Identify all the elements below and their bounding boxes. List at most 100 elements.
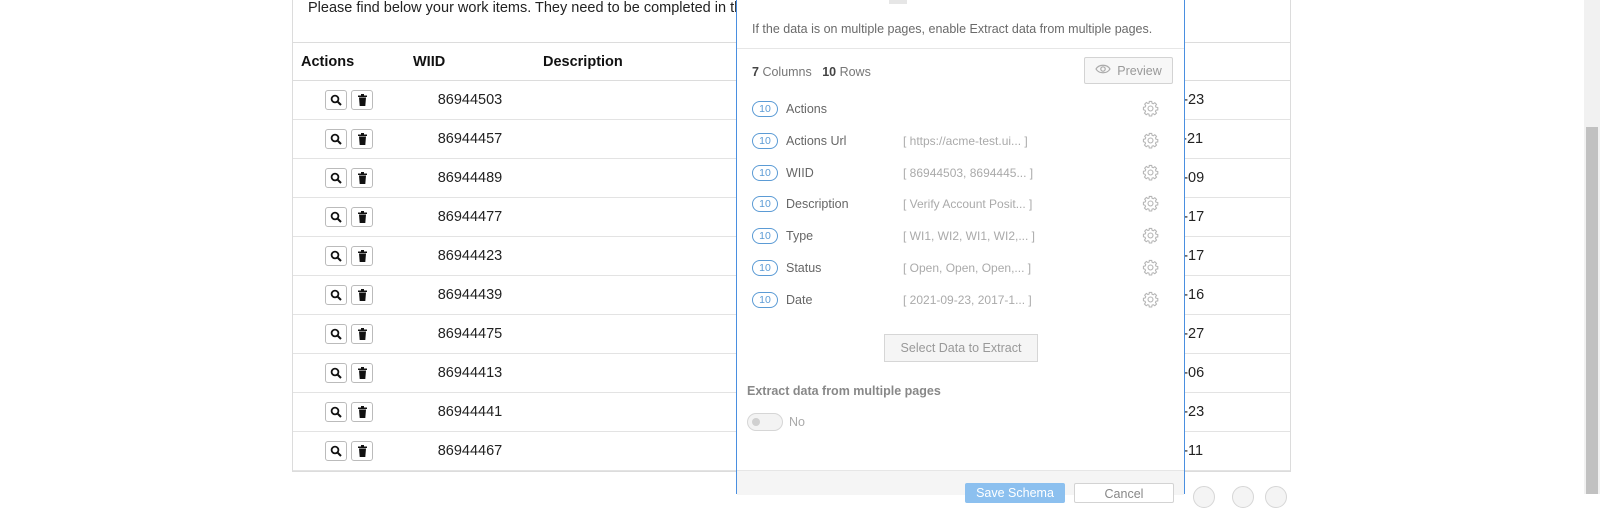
pagination-button[interactable] bbox=[1265, 486, 1287, 508]
extraction-summary: 7 Columns 10 Rows bbox=[752, 65, 871, 79]
column-name: Actions bbox=[786, 102, 827, 116]
row-wiid: 86944457 bbox=[405, 119, 535, 159]
column-sample-values: [ 2021-09-23, 2017-1... ] bbox=[903, 292, 1032, 307]
search-icon[interactable] bbox=[325, 324, 347, 344]
intro-text: Please find below your work items. They … bbox=[308, 0, 751, 16]
search-icon[interactable] bbox=[325, 285, 347, 305]
column-name: Date bbox=[786, 292, 813, 307]
trash-icon[interactable] bbox=[351, 90, 373, 110]
column-count-badge: 10 bbox=[752, 260, 778, 276]
gear-icon[interactable] bbox=[1142, 227, 1159, 247]
row-actions bbox=[293, 236, 405, 276]
panel-tab-stub bbox=[889, 0, 907, 4]
column-sample-values: [ Verify Account Posit... ] bbox=[903, 197, 1033, 212]
search-icon[interactable] bbox=[325, 441, 347, 461]
column-sample-values: [ WI1, WI2, WI1, WI2,... ] bbox=[903, 229, 1036, 244]
row-actions bbox=[293, 119, 405, 159]
search-icon[interactable] bbox=[325, 246, 347, 266]
rows-count: 10 bbox=[822, 65, 837, 79]
row-actions bbox=[293, 431, 405, 471]
preview-label: Preview bbox=[1117, 63, 1162, 78]
extracted-column-row: 10 Actions bbox=[752, 99, 1172, 119]
preview-button[interactable]: Preview bbox=[1084, 57, 1173, 84]
columns-count: 7 bbox=[752, 65, 759, 79]
row-wiid: 86944439 bbox=[405, 275, 535, 315]
extracted-column-row: 10 Type [ WI1, WI2, WI1, WI2,... ] bbox=[752, 226, 1172, 246]
trash-icon[interactable] bbox=[351, 363, 373, 383]
multi-page-toggle[interactable] bbox=[747, 413, 783, 431]
row-wiid: 86944503 bbox=[405, 80, 535, 120]
divider bbox=[737, 48, 1184, 49]
column-sample-values: [ Open, Open, Open,... ] bbox=[903, 261, 1032, 275]
multi-page-hint: If the data is on multiple pages, enable… bbox=[752, 22, 1153, 36]
extracted-column-row: 10 Date [ 2021-09-23, 2017-1... ] bbox=[752, 290, 1172, 310]
row-wiid: 86944489 bbox=[405, 158, 535, 198]
row-wiid: 86944477 bbox=[405, 197, 535, 237]
column-count-badge: 10 bbox=[752, 164, 778, 181]
trash-icon[interactable] bbox=[351, 168, 373, 188]
column-name: Description bbox=[786, 197, 849, 212]
row-wiid: 86944467 bbox=[405, 431, 535, 471]
save-button[interactable]: Save Schema bbox=[965, 483, 1065, 503]
toggle-knob bbox=[752, 418, 760, 426]
column-count-badge: 10 bbox=[752, 196, 778, 213]
row-actions bbox=[293, 314, 405, 354]
extraction-panel: If the data is on multiple pages, enable… bbox=[736, 0, 1185, 503]
row-wiid: 86944423 bbox=[405, 236, 535, 276]
search-icon[interactable] bbox=[325, 363, 347, 383]
trash-icon[interactable] bbox=[351, 129, 373, 149]
trash-icon[interactable] bbox=[351, 207, 373, 227]
extracted-column-row: 10 Actions Url [ https://acme-test.ui... ] bbox=[752, 131, 1172, 151]
column-count-badge: 10 bbox=[752, 101, 778, 117]
gear-icon[interactable] bbox=[1142, 291, 1159, 311]
trash-icon[interactable] bbox=[351, 285, 373, 305]
trash-icon[interactable] bbox=[351, 441, 373, 461]
column-name: Status bbox=[786, 261, 822, 275]
search-icon[interactable] bbox=[325, 129, 347, 149]
eye-icon bbox=[1095, 63, 1111, 78]
trash-icon[interactable] bbox=[351, 402, 373, 422]
header-actions[interactable]: Actions bbox=[293, 42, 405, 81]
column-count-badge: 10 bbox=[752, 228, 778, 245]
extracted-column-row: 10 Status [ Open, Open, Open,... ] bbox=[752, 258, 1172, 278]
toggle-label: No bbox=[789, 415, 805, 429]
search-icon[interactable] bbox=[325, 90, 347, 110]
column-name: Type bbox=[786, 229, 814, 244]
scrollbar-thumb[interactable] bbox=[1586, 127, 1598, 494]
row-wiid: 86944441 bbox=[405, 392, 535, 432]
gear-icon[interactable] bbox=[1142, 132, 1159, 152]
row-wiid: 86944413 bbox=[405, 353, 535, 393]
columns-word: Columns bbox=[762, 65, 812, 79]
column-sample-values: [ https://acme-test.ui... ] bbox=[903, 133, 1028, 148]
trash-icon[interactable] bbox=[351, 246, 373, 266]
row-actions bbox=[293, 392, 405, 432]
trash-icon[interactable] bbox=[351, 324, 373, 344]
extracted-column-row: 10 Description [ Verify Account Posit... ] bbox=[752, 194, 1172, 214]
row-actions bbox=[293, 158, 405, 198]
column-count-badge: 10 bbox=[752, 132, 778, 149]
column-name: Actions Url bbox=[786, 133, 847, 148]
rows-word: Rows bbox=[839, 65, 871, 79]
extracted-column-row: 10 WIID [ 86944503, 8694445... ] bbox=[752, 163, 1172, 183]
multi-page-title: Extract data from multiple pages bbox=[747, 384, 941, 398]
search-icon[interactable] bbox=[325, 168, 347, 188]
column-sample-values: [ 86944503, 8694445... ] bbox=[903, 165, 1034, 180]
gear-icon[interactable] bbox=[1142, 259, 1159, 279]
gear-icon[interactable] bbox=[1142, 100, 1159, 120]
cancel-button[interactable]: Cancel bbox=[1074, 483, 1174, 503]
pagination-button[interactable] bbox=[1232, 486, 1254, 508]
row-actions bbox=[293, 353, 405, 393]
header-wiid[interactable]: WIID bbox=[405, 42, 535, 81]
column-count-badge: 10 bbox=[752, 291, 778, 308]
row-actions bbox=[293, 197, 405, 237]
pagination-button[interactable] bbox=[1193, 486, 1215, 508]
search-icon[interactable] bbox=[325, 402, 347, 422]
row-wiid: 86944475 bbox=[405, 314, 535, 354]
column-name: WIID bbox=[786, 165, 814, 180]
row-actions bbox=[293, 275, 405, 315]
gear-icon[interactable] bbox=[1142, 195, 1159, 215]
search-icon[interactable] bbox=[325, 207, 347, 227]
gear-icon[interactable] bbox=[1142, 164, 1159, 184]
row-actions bbox=[293, 80, 405, 120]
select-data-button[interactable]: Select Data to Extract bbox=[884, 334, 1038, 362]
